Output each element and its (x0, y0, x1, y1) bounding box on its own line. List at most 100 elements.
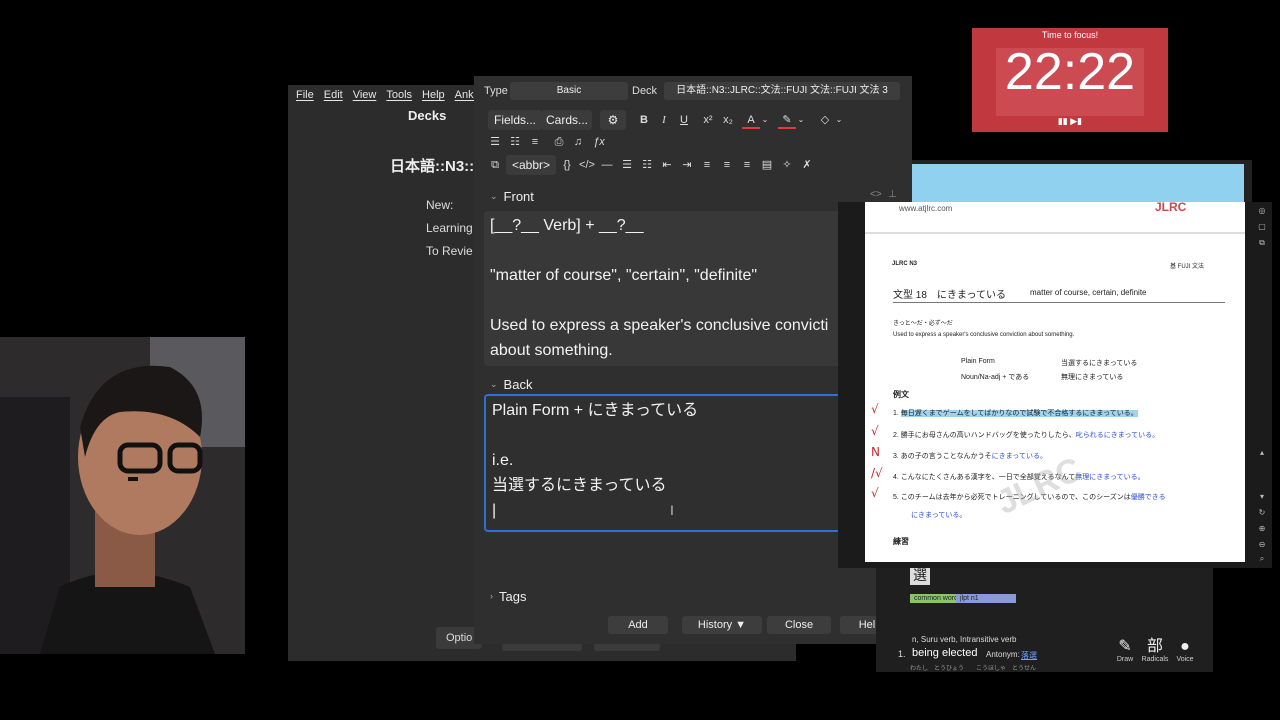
common-word-tag: common word (910, 594, 962, 603)
part-of-speech: n, Suru verb, Intransitive verb (912, 635, 1017, 644)
close-button[interactable]: Close (767, 616, 831, 634)
antonym-label: Antonym: (986, 650, 1020, 659)
timer-controls[interactable]: ▮▮ ▶▮ (972, 116, 1168, 127)
chevron-down-icon[interactable]: ⌄ (490, 191, 498, 202)
example-sentence: 2. 勝手にお母さんの高いハンドバッグを使ったりしたら、叱られるにきまっている。 (893, 432, 1160, 439)
chevron-down-icon[interactable]: ⌄ (760, 111, 770, 129)
cards-button[interactable]: Cards... (542, 110, 592, 130)
menu-edit[interactable]: Edit (324, 89, 343, 101)
menu-view[interactable]: View (353, 89, 377, 101)
italic-icon[interactable]: I (655, 111, 673, 129)
unordered-list-icon[interactable]: ☰ (618, 156, 636, 174)
focus-timer: Time to focus! 22:22 ▮▮ ▶▮ (972, 28, 1168, 132)
search-icon[interactable]: ⌕ (1257, 554, 1267, 564)
zoom-out-icon[interactable]: ⊖ (1257, 540, 1267, 550)
superscript-icon[interactable]: x² (699, 111, 717, 129)
check-mark: √ (871, 424, 879, 438)
draw-label: Draw (1116, 656, 1134, 663)
ibeam-cursor-icon: I (670, 502, 674, 518)
bottom-button[interactable] (594, 643, 660, 651)
draw-tool[interactable]: ✎ Draw (1110, 638, 1140, 663)
add-button[interactable]: Add (608, 616, 668, 634)
voice-tool[interactable]: ● Voice (1170, 638, 1200, 663)
bookmark-icon[interactable]: ▢ (1257, 222, 1267, 232)
chevron-right-icon[interactable]: › (490, 591, 493, 601)
clear-format-icon[interactable]: ✗ (798, 156, 816, 174)
menu-file[interactable]: File (296, 89, 314, 101)
divider (893, 302, 1225, 303)
gear-icon[interactable]: ⚙ (600, 110, 626, 130)
code-icon[interactable]: </> (578, 156, 596, 174)
radicals-tool[interactable]: 部 Radicals (1140, 638, 1170, 663)
input-tools: ✎ Draw 部 Radicals ● Voice (1106, 636, 1212, 672)
formula-icon[interactable]: ƒx (590, 133, 608, 151)
align-left-icon[interactable]: ≡ (718, 156, 736, 174)
front-line: "matter of course", "certain", "definite… (490, 267, 758, 284)
menu-tools[interactable]: Tools (386, 89, 412, 101)
back-label: Back (503, 376, 533, 392)
magic-icon[interactable]: ✧ (778, 156, 796, 174)
chevron-down-icon[interactable]: ⌄ (796, 111, 806, 129)
note-type-select[interactable]: Basic (510, 82, 628, 100)
chevron-down-icon[interactable]: ⌄ (490, 379, 498, 390)
history-button[interactable]: History ▼ (682, 616, 762, 634)
back-field-header[interactable]: ⌄ Back (474, 374, 532, 394)
zoom-in-icon[interactable]: ⊕ (1257, 524, 1267, 534)
check-mark: √ (871, 486, 879, 500)
html-toggle-icon[interactable]: <> (870, 189, 882, 200)
abbr-button[interactable]: <abbr> (506, 155, 556, 175)
back-line: i.e. (492, 452, 514, 469)
chevron-down-icon[interactable]: ⌄ (834, 111, 844, 129)
menu-anki[interactable]: Anki (455, 89, 476, 101)
fields-button[interactable]: Fields... (488, 110, 542, 130)
scroll-down-icon[interactable]: ▾ (1257, 492, 1267, 502)
back-line: 当選するにきまっている (492, 477, 667, 494)
eraser-icon[interactable]: ◇ (816, 111, 834, 129)
site-url: www.atjlrc.com (899, 204, 953, 213)
justify-icon[interactable]: ▤ (758, 156, 776, 174)
braces-icon[interactable]: {} (558, 156, 576, 174)
stat-review: To Revie (426, 244, 473, 258)
antonym-link[interactable]: 落選 (1021, 650, 1037, 661)
example-continuation: にきまっている。 (911, 512, 967, 519)
text-color-icon[interactable]: A (742, 111, 760, 129)
align-center-icon[interactable]: ≡ (698, 156, 716, 174)
attach-icon[interactable]: ⎙ (550, 133, 568, 151)
bullet-list-icon[interactable]: ☰ (486, 133, 504, 151)
kanji-tile: 選 (910, 565, 930, 585)
numbered-list-icon[interactable]: ☷ (506, 133, 524, 151)
ordered-list-icon[interactable]: ☷ (638, 156, 656, 174)
settings-icon[interactable]: ◎ (1257, 206, 1267, 216)
form-right: 当選するにきまっている (1061, 360, 1138, 367)
underline-icon[interactable]: U (675, 111, 693, 129)
front-line: Used to express a speaker's conclusive c… (490, 317, 829, 334)
bold-icon[interactable]: B (635, 111, 653, 129)
pdf-page: www.atjlrc.com JLRC JLRC N3 基 FUJI 文法 文型… (865, 202, 1245, 562)
bottom-button[interactable] (502, 643, 582, 651)
align-right-icon[interactable]: ≡ (738, 156, 756, 174)
pdf-side-toolbar: ◎ ▢ ⧉ ▴ ▾ ↻ ⊕ ⊖ ⌕ (1252, 202, 1272, 568)
refresh-icon[interactable]: ↻ (1257, 508, 1267, 518)
front-field-header[interactable]: ⌄ Front (474, 186, 534, 206)
pin-icon[interactable]: ⊥ (888, 189, 897, 200)
example-sentence: 1. 毎日遅くまでゲームをしてばかりなので試験で不合格するにきまっている。 (893, 410, 1138, 417)
outdent-icon[interactable]: ⇤ (658, 156, 676, 174)
back-field[interactable]: Plain Form + にきまっている i.e. 当選するにきまっている | (484, 394, 844, 532)
tags-header[interactable]: › Tags (474, 586, 526, 606)
microphone-icon[interactable]: ♫ (569, 133, 587, 151)
menu-help[interactable]: Help (422, 89, 445, 101)
deck-select[interactable]: 日本語::N3::JLRC::文法::FUJI 文法::FUJI 文法 3 (664, 82, 900, 100)
back-line (492, 423, 836, 448)
decks-title[interactable]: Decks (408, 108, 458, 123)
copy-icon[interactable]: ⧉ (1257, 238, 1267, 248)
hr-icon[interactable]: — (598, 156, 616, 174)
highlight-icon[interactable]: ✎ (778, 111, 796, 129)
front-field[interactable]: [__?__ Verb] + __?__ "matter of course",… (484, 211, 844, 366)
definition-number: 1. (898, 649, 906, 659)
book-code: JLRC N3 (892, 261, 918, 267)
align-icon[interactable]: ≡ (526, 133, 544, 151)
subscript-icon[interactable]: x₂ (719, 111, 737, 129)
collapse-icon[interactable]: ⧉ (486, 156, 504, 174)
indent-icon[interactable]: ⇥ (678, 156, 696, 174)
scroll-up-icon[interactable]: ▴ (1257, 448, 1267, 458)
